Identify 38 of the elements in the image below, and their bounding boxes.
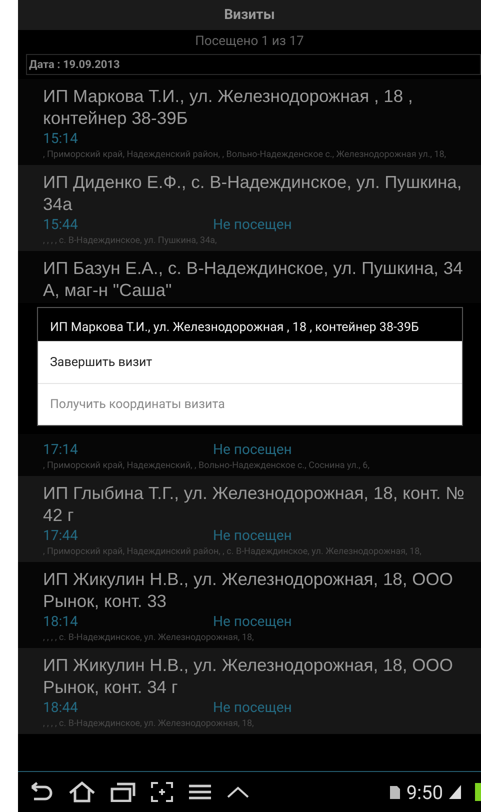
recent-apps-icon[interactable] [110, 782, 136, 802]
menu-item[interactable]: Завершить визит [38, 341, 462, 383]
visit-time: 17:44 [43, 528, 79, 544]
visit-title: ИП Диденко Е.Ф., с. В-Надеждинское, ул. Пушкина, 34а [43, 171, 463, 215]
visit-address: , Приморский край, Надежденский район, , Вольно-Надежденское с., Железнодорожная ул., 18, [43, 150, 448, 161]
signal-icon [449, 785, 461, 799]
visit-title: ИП Базун Е.А., с. В-Надеждинское, ул. Пушкина, 34 А, маг-н "Саша" [43, 257, 464, 301]
visit-status: Не посещен [213, 442, 292, 458]
visit-title: ИП Жикулин Н.В., ул. Железнодорожная, 18, ООО Рынок, конт. 34 г [43, 654, 454, 698]
visit-status: Не посещен [213, 217, 292, 233]
visit-time: 15:44 [43, 217, 79, 233]
screenshot-icon[interactable] [150, 781, 174, 803]
visit-title: ИП Жикулин Н.В., ул. Железнодорожная, 18, ООО Рынок, конт. 33 [43, 568, 454, 612]
visit-title: ИП Глыбина Т.Г., ул. Железнодорожная, 18, конт. № 42 г [43, 482, 466, 526]
menu-icon[interactable] [188, 783, 212, 801]
sim-card-icon [390, 786, 400, 798]
visit-row[interactable]: 17:14 Не посещен , Приморский край, Надежденский, , Вольно-Надежденское с., Соснина ул., 6, [18, 434, 481, 476]
visit-address: , Приморский край, Надежденский, , Вольно-Надежденское с., Соснина ул., 6, [43, 461, 371, 472]
visit-status: Не посещен [213, 528, 292, 544]
visit-title: ИП Маркова Т.И., ул. Железнодорожная , 18 , контейнер 38-39Б [43, 85, 414, 129]
visit-row[interactable]: ИП Базун Е.А., с. В-Надеждинское, ул. Пушкина, 34 А, маг-н "Саша" [18, 251, 481, 303]
visit-row[interactable]: ИП Жикулин Н.В., ул. Железнодорожная, 18, ООО Рынок, конт. 33 18:14 Не посещен , , , , с. В-Надеждинское, ул. Железнодорожная, 18, [18, 562, 481, 648]
visit-time: 18:44 [43, 700, 79, 716]
visit-time: 18:14 [43, 614, 79, 630]
visit-summary: Посещено 1 из 17 [194, 33, 305, 51]
battery-icon [475, 783, 481, 801]
visit-row[interactable]: ИП Маркова Т.И., ул. Железнодорожная , 18 , контейнер 38-39Б 15:14 , Приморский край, Надежденский район, , Вольно-Надежденское с., Железнодорожная ул., 18, [18, 79, 481, 165]
visit-time: 15:14 [43, 131, 79, 147]
visit-status: Не посещен [213, 700, 292, 716]
visit-address: , , , , с. В-Надеждинское, ул. Железнодорожная, 18, [43, 633, 255, 644]
screen-title: Визиты [224, 7, 275, 23]
home-icon[interactable] [68, 781, 96, 803]
visit-time: 17:14 [43, 442, 79, 458]
visit-status: Не посещен [213, 614, 292, 630]
caret-up-icon[interactable] [226, 785, 250, 799]
date-filter[interactable]: Дата : 19.09.2013 [26, 54, 481, 75]
menu-title: ИП Маркова Т.И., ул. Железнодорожная , 18 , контейнер 38-39Б [49, 319, 420, 337]
clock: 9:50 [406, 780, 443, 804]
